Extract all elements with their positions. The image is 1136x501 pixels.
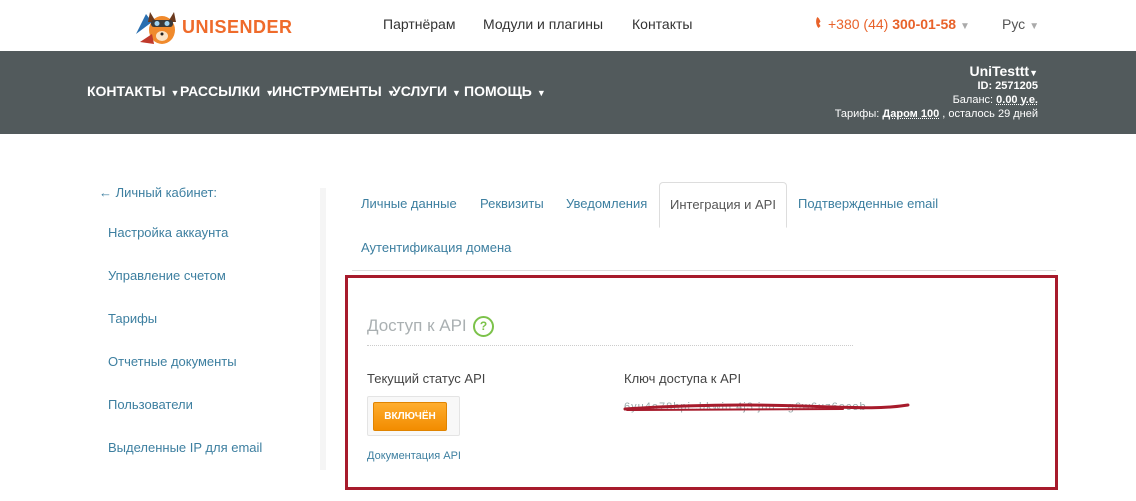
api-access-panel: Доступ к API ? Текущий статус API ВКЛЮЧЁ… <box>345 275 1058 490</box>
main-nav-label: КОНТАКТЫ <box>87 83 166 99</box>
tab-requisites[interactable]: Реквизиты <box>480 196 544 211</box>
tariff-label: Тарифы: <box>834 108 883 120</box>
main-nav-label: ИНСТРУМЕНТЫ <box>272 83 382 99</box>
sidebar-item-billing[interactable]: Управление счетом <box>108 268 226 283</box>
tariff-line: Тарифы: Даром 100 , осталось 29 дней <box>835 108 1038 120</box>
chevron-down-icon: ▼ <box>960 21 970 32</box>
tariff-value[interactable]: Даром 100 <box>882 108 939 120</box>
main-nav-bar: КОНТАКТЫ ▼ РАССЫЛКИ ▼ ИНСТРУМЕНТЫ ▼ УСЛУГИ ▼… <box>0 51 1136 134</box>
main-nav-label: УСЛУГИ <box>392 83 448 99</box>
logo-text: UNISENDER <box>182 17 293 37</box>
api-enabled-button[interactable]: ВКЛЮЧЁН <box>373 402 447 431</box>
chevron-down-icon: ▼ <box>452 88 461 98</box>
api-status-label: Текущий статус API <box>367 371 486 386</box>
tab-integration-api[interactable]: Интеграция и API <box>659 182 787 228</box>
back-to-cabinet-link[interactable]: ← Личный кабинет: <box>99 185 217 200</box>
balance-label: Баланс: <box>952 94 997 106</box>
top-bar: UNISENDER Партнёрам Модули и плагины Кон… <box>0 0 1136 51</box>
tab-confirmed-email[interactable]: Подтвержденные email <box>798 196 938 211</box>
main-nav-label: РАССЫЛКИ <box>180 83 261 99</box>
chevron-down-icon: ▼ <box>536 88 546 98</box>
api-status-toggle-frame: ВКЛЮЧЁН <box>367 396 460 436</box>
tariff-days-left: , осталось 29 дней <box>939 108 1038 120</box>
main-nav-mailings[interactable]: РАССЫЛКИ ▼ <box>180 83 274 99</box>
chevron-down-icon: ▼ <box>1029 68 1038 78</box>
user-name: UniTesttt <box>969 63 1030 79</box>
sidebar: ← Личный кабинет: Настройка аккаунта Упр… <box>0 134 326 470</box>
main-nav-label: ПОМОЩЬ <box>464 83 532 99</box>
main-nav-help[interactable]: ПОМОЩЬ ▼ <box>464 83 546 99</box>
sidebar-item-users[interactable]: Пользователи <box>108 397 193 412</box>
panel-separator <box>367 345 853 346</box>
tab-label: Интеграция и API <box>670 197 776 212</box>
main-nav-tools[interactable]: ИНСТРУМЕНТЫ ▼ <box>272 83 396 99</box>
api-docs-link[interactable]: Документация API <box>367 450 461 462</box>
mascot-icon <box>136 12 176 44</box>
api-key-label: Ключ доступа к API <box>624 371 742 386</box>
sidebar-item-reports[interactable]: Отчетные документы <box>108 354 237 369</box>
user-info: UniTesttt▼ ID: 2571205 Баланс: 0.00 у.е.… <box>835 63 1038 120</box>
sidebar-item-tariffs[interactable]: Тарифы <box>108 311 157 326</box>
chevron-down-icon: ▼ <box>1029 21 1040 32</box>
main-nav-services[interactable]: УСЛУГИ ▼ <box>392 83 461 99</box>
unisender-logo[interactable]: UNISENDER <box>132 4 292 46</box>
balance-value[interactable]: 0.00 у.е. <box>996 94 1038 106</box>
chevron-down-icon: ▼ <box>170 88 180 98</box>
panel-title: Доступ к API <box>367 316 467 335</box>
user-id: ID: 2571205 <box>977 80 1038 92</box>
language-label: Рус <box>1002 16 1026 32</box>
top-nav-modules[interactable]: Модули и плагины <box>483 16 603 32</box>
phone-prefix: +380 (44) <box>828 16 893 32</box>
sidebar-item-dedicated-ip[interactable]: Выделенные IP для email <box>108 440 262 455</box>
tabs-divider <box>352 270 1056 271</box>
sidebar-item-account-settings[interactable]: Настройка аккаунта <box>108 225 228 240</box>
top-nav-contacts[interactable]: Контакты <box>632 16 692 32</box>
language-dropdown[interactable]: Рус ▼ <box>1002 16 1039 32</box>
phone-dropdown[interactable]: +380 (44) 300-01-58 ▼ <box>815 16 970 32</box>
main-nav-contacts[interactable]: КОНТАКТЫ ▼ <box>87 83 179 99</box>
tab-notifications[interactable]: Уведомления <box>566 196 647 211</box>
phone-icon <box>816 17 821 28</box>
balance-line: Баланс: 0.00 у.е. <box>835 94 1038 106</box>
phone-number: 300-01-58 <box>892 16 957 32</box>
user-menu[interactable]: UniTesttt▼ <box>835 63 1038 79</box>
tab-domain-auth[interactable]: Аутентификация домена <box>361 240 511 255</box>
help-icon[interactable]: ? <box>473 316 494 337</box>
sidebar-divider <box>320 188 326 470</box>
redaction-strike <box>623 403 910 411</box>
tab-personal-data[interactable]: Личные данные <box>361 196 457 211</box>
top-nav-partners[interactable]: Партнёрам <box>383 16 455 32</box>
